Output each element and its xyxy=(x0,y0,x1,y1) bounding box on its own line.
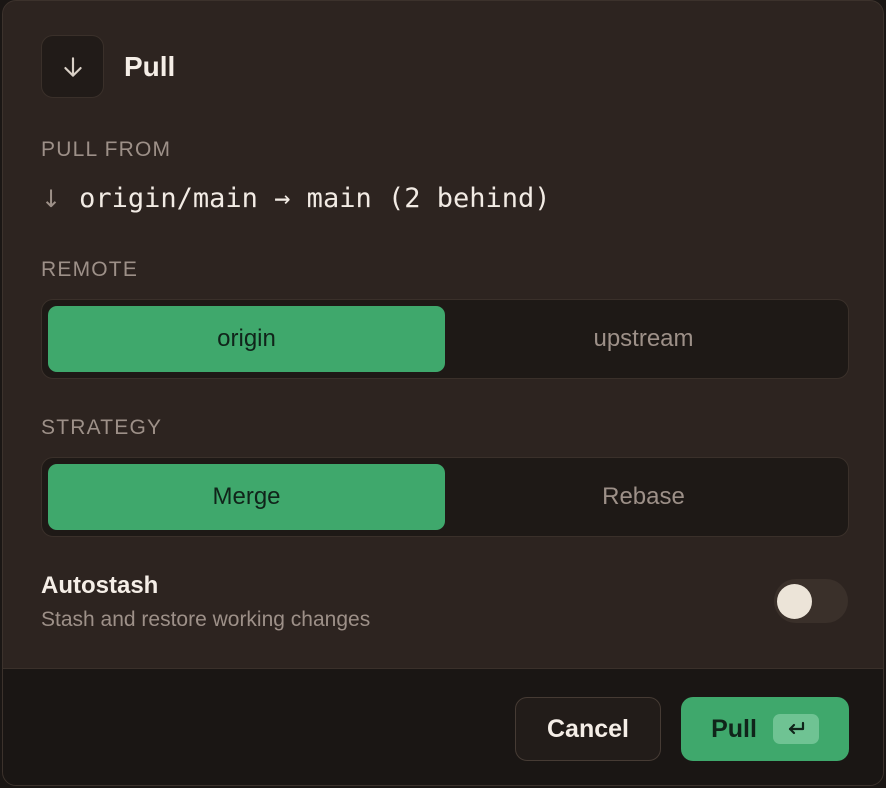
dialog-header: Pull xyxy=(41,35,175,98)
pull-button[interactable]: Pull xyxy=(681,697,849,761)
pull-from-branch-text: origin/main → main (2 behind) xyxy=(79,183,551,214)
autostash-title: Autostash xyxy=(41,572,159,599)
strategy-label: STRATEGY xyxy=(41,416,163,439)
arrow-down-icon xyxy=(41,35,104,98)
remote-option-origin[interactable]: origin xyxy=(48,306,445,372)
pull-from-label: PULL FROM xyxy=(41,138,172,161)
pull-from-value: ↓ origin/main → main (2 behind) xyxy=(41,183,551,214)
return-key-icon xyxy=(772,714,819,744)
autostash-setting: Autostash Stash and restore working chan… xyxy=(41,572,370,632)
pull-dialog: Pull PULL FROM ↓ origin/main → main (2 b… xyxy=(2,0,884,786)
remote-selector: origin upstream xyxy=(41,299,849,379)
remote-label: REMOTE xyxy=(41,258,139,281)
strategy-selector: Merge Rebase xyxy=(41,457,849,537)
autostash-description: Stash and restore working changes xyxy=(41,608,371,631)
remote-option-upstream[interactable]: upstream xyxy=(445,306,842,372)
toggle-knob xyxy=(777,584,812,619)
dialog-title: Pull xyxy=(124,50,176,82)
arrow-down-icon: ↓ xyxy=(41,184,62,213)
strategy-option-rebase[interactable]: Rebase xyxy=(445,464,842,530)
dialog-footer: Cancel Pull xyxy=(3,668,883,785)
autostash-toggle[interactable] xyxy=(774,579,848,623)
cancel-button[interactable]: Cancel xyxy=(515,697,661,761)
strategy-option-merge[interactable]: Merge xyxy=(48,464,445,530)
pull-button-label: Pull xyxy=(711,714,757,743)
